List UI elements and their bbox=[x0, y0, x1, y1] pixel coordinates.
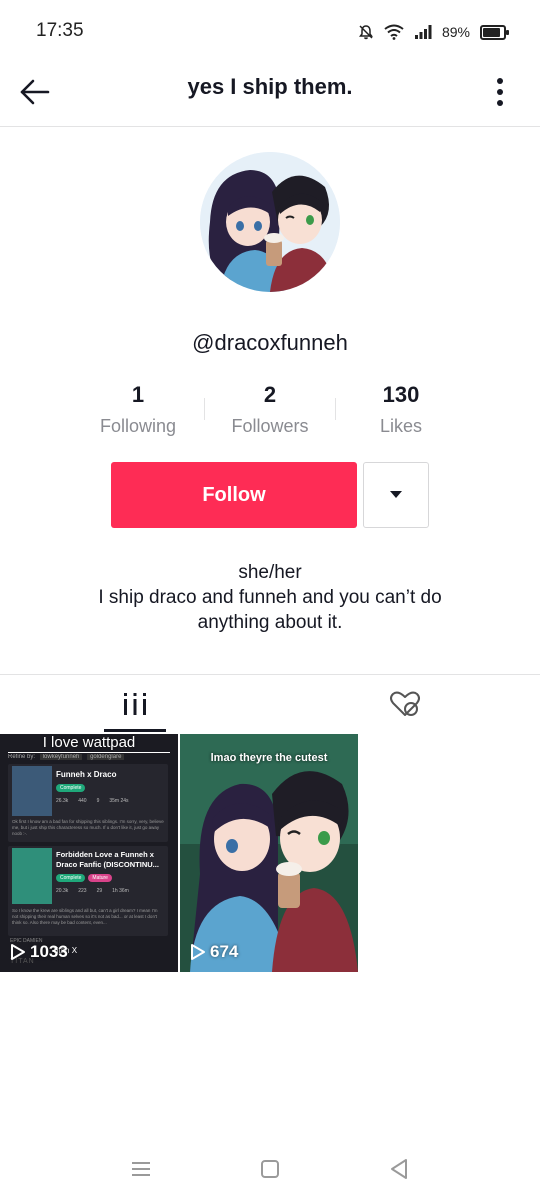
suggested-accounts-button[interactable] bbox=[363, 462, 429, 528]
back-button[interactable] bbox=[16, 72, 56, 112]
liked-hidden-icon bbox=[390, 691, 420, 716]
battery-percent: 89% bbox=[441, 24, 470, 40]
active-tab-indicator bbox=[104, 729, 166, 732]
username: @dracoxfunneh bbox=[192, 330, 348, 355]
bio-line: anything about it. bbox=[197, 612, 343, 633]
story-title: Funneh x Draco bbox=[56, 770, 117, 779]
video-thumbnail[interactable]: lmao theyre the cutest 674 bbox=[180, 734, 358, 972]
story-blurb: Ok first I know am a bad fan for shippin… bbox=[12, 819, 164, 836]
story-badge: Complete bbox=[56, 874, 86, 882]
story-card: Forbidden Love a Funneh x Draco Fanfic (… bbox=[8, 846, 168, 936]
more-options-button[interactable] bbox=[486, 72, 514, 112]
caret-down-icon bbox=[390, 491, 402, 498]
wifi-icon bbox=[384, 24, 404, 40]
video-artwork bbox=[180, 734, 358, 972]
story-cover bbox=[12, 848, 52, 904]
stat-divider bbox=[335, 398, 336, 420]
tab-videos[interactable] bbox=[0, 675, 270, 733]
bio: she/her I ship draco and funneh and you … bbox=[0, 560, 540, 635]
story-badge: Mature bbox=[88, 874, 112, 882]
tab-liked[interactable] bbox=[270, 675, 540, 733]
story-stat: 26.3k bbox=[56, 798, 69, 804]
story-stats: 20.3k 223 29 1h 36m bbox=[56, 888, 129, 894]
system-nav-bar bbox=[0, 1140, 540, 1200]
avatar[interactable] bbox=[200, 152, 340, 292]
story-stat: 1h 36m bbox=[112, 888, 129, 894]
videos-grid-icon bbox=[124, 693, 146, 715]
signal-icon bbox=[414, 25, 432, 39]
caption-underline bbox=[8, 752, 170, 753]
home-square-icon bbox=[261, 1160, 279, 1178]
stat-divider bbox=[204, 398, 205, 420]
back-triangle-icon bbox=[391, 1159, 407, 1179]
more-vertical-icon bbox=[497, 78, 503, 106]
home-button[interactable] bbox=[255, 1154, 285, 1184]
profile-tabs bbox=[0, 674, 540, 733]
battery-icon bbox=[480, 24, 509, 40]
story-stat: 20.3k bbox=[56, 888, 69, 894]
view-count: 1033 bbox=[10, 942, 68, 962]
arrow-left-icon bbox=[20, 79, 50, 105]
refine-tag: lowkeyfunneh bbox=[39, 754, 83, 760]
story-badge: Complete bbox=[56, 784, 86, 792]
stat-followers-value: 2 bbox=[263, 382, 277, 407]
bio-line: I ship draco and funneh and you can’t do bbox=[98, 587, 442, 608]
menu-icon bbox=[132, 1162, 150, 1176]
top-header: yes I ship them. bbox=[0, 64, 540, 127]
video-thumbnail[interactable]: I love wattpad Refine by: lowkeyfunneh g… bbox=[0, 734, 178, 972]
recent-apps-button[interactable] bbox=[126, 1154, 156, 1184]
story-stat: 35m 24s bbox=[109, 798, 129, 804]
status-bar: 17:35 89% bbox=[0, 0, 540, 64]
stat-followers-label: Followers bbox=[231, 416, 309, 436]
system-back-button[interactable] bbox=[384, 1154, 414, 1184]
follow-button[interactable]: Follow bbox=[111, 462, 357, 528]
avatar-artwork bbox=[200, 152, 340, 292]
status-icons: 89% bbox=[358, 22, 509, 42]
stat-following-label: Following bbox=[99, 416, 177, 436]
stat-following-value: 1 bbox=[131, 382, 145, 407]
story-stat: 29 bbox=[96, 888, 103, 894]
stat-followers[interactable]: 2 Followers bbox=[210, 382, 330, 437]
view-count-value: 1033 bbox=[30, 942, 68, 961]
stat-likes-label: Likes bbox=[379, 416, 423, 436]
play-icon bbox=[191, 944, 205, 960]
stat-likes-value: 130 bbox=[382, 382, 420, 407]
story-title: Forbidden Love a Funneh x Draco Fanfic (… bbox=[56, 850, 159, 869]
story-stat: 440 bbox=[78, 798, 87, 804]
page-title: yes I ship them. bbox=[187, 74, 353, 99]
view-count: 674 bbox=[190, 942, 238, 962]
view-count-value: 674 bbox=[210, 942, 239, 961]
video-caption: lmao theyre the cutest bbox=[210, 752, 328, 764]
stat-likes: 130 Likes bbox=[341, 382, 461, 437]
refine-bar: Refine by: lowkeyfunneh goldenglare bbox=[8, 754, 174, 760]
video-caption: I love wattpad bbox=[42, 734, 136, 751]
bell-off-icon bbox=[358, 25, 373, 40]
story-cover bbox=[12, 766, 52, 816]
story-stat: 9 bbox=[96, 798, 100, 804]
stat-following[interactable]: 1 Following bbox=[78, 382, 198, 437]
refine-label: Refine by: bbox=[8, 754, 36, 760]
refine-tag: goldenglare bbox=[87, 754, 125, 760]
play-icon bbox=[11, 944, 25, 960]
story-stats: 26.3k 440 9 35m 24s bbox=[56, 798, 129, 804]
story-blurb: So I know the krew are siblings and all … bbox=[12, 908, 158, 925]
status-time: 17:35 bbox=[36, 20, 84, 41]
story-badges: Complete Mature bbox=[56, 874, 112, 882]
story-card: Funneh x Draco Complete 26.3k 440 9 35m … bbox=[8, 764, 168, 842]
story-stat: 223 bbox=[78, 888, 87, 894]
bio-pronouns: she/her bbox=[238, 562, 302, 583]
